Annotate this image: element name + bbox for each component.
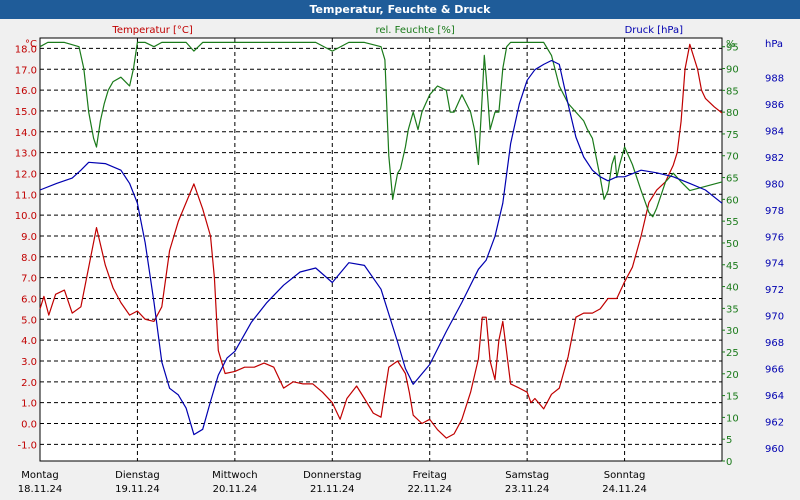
temperature-tick-label: 7.0 <box>21 274 37 285</box>
temperature-tick-label: 11.0 <box>15 190 37 201</box>
weather-chart: Temperatur [°C] rel. Feuchte [%] Druck [hP… <box>15 25 784 495</box>
humidity-tick-label: 35 <box>726 304 739 315</box>
humidity-tick-label: 10 <box>726 413 739 424</box>
temperature-tick-label: 18.0 <box>15 44 37 55</box>
temperature-tick-label: 12.0 <box>15 169 37 180</box>
humidity-tick-label: 0 <box>726 457 732 468</box>
x-date-label: 20.11.24 <box>213 484 258 495</box>
temperature-tick-label: 10.0 <box>15 211 37 222</box>
x-date-label: 23.11.24 <box>505 484 550 495</box>
pressure-tick-label: 980 <box>765 179 784 190</box>
plot-area <box>39 37 723 462</box>
humidity-tick-label: 15 <box>726 392 739 403</box>
temperature-tick-label: 16.0 <box>15 86 37 97</box>
temperature-tick-label: 2.0 <box>21 378 37 389</box>
pressure-axis-title: Druck [hPa] <box>625 25 684 36</box>
temperature-axis-title: Temperatur [°C] <box>111 25 192 36</box>
humidity-tick-label: 90 <box>726 65 739 76</box>
pressure-tick-label: 986 <box>765 100 784 111</box>
pressure-tick-label: 970 <box>765 312 784 323</box>
humidity-tick-label: 5 <box>726 435 732 446</box>
humidity-tick-label: 55 <box>726 217 739 228</box>
humidity-tick-label: 80 <box>726 108 739 119</box>
x-day-label: Freitag <box>413 470 447 481</box>
humidity-tick-label: 40 <box>726 283 739 294</box>
temperature-tick-label: 15.0 <box>15 107 37 118</box>
temperature-tick-label: 0.0 <box>21 419 37 430</box>
x-date-label: 24.11.24 <box>602 484 647 495</box>
pressure-tick-label: 966 <box>765 364 784 375</box>
x-date-label: 21.11.24 <box>310 484 355 495</box>
pressure-tick-label: 982 <box>765 153 784 164</box>
pressure-tick-label: 962 <box>765 417 784 428</box>
humidity-tick-label: 50 <box>726 239 739 250</box>
x-day-label: Dienstag <box>115 470 160 481</box>
pressure-tick-label: 968 <box>765 338 784 349</box>
humidity-tick-label: 45 <box>726 261 739 272</box>
temperature-tick-label: -1.0 <box>17 440 37 451</box>
humidity-tick-label: 65 <box>726 174 739 185</box>
temperature-tick-label: 6.0 <box>21 294 37 305</box>
temperature-tick-label: 9.0 <box>21 232 37 243</box>
pressure-tick-label: 974 <box>765 259 784 270</box>
humidity-tick-label: 75 <box>726 130 739 141</box>
humidity-tick-label: 20 <box>726 370 739 381</box>
pressure-tick-label: 972 <box>765 285 784 296</box>
humidity-axis-title: rel. Feuchte [%] <box>375 25 454 36</box>
pressure-tick-label: 964 <box>765 391 784 402</box>
temperature-tick-label: 8.0 <box>21 253 37 264</box>
temperature-tick-label: 3.0 <box>21 357 37 368</box>
x-day-label: Mittwoch <box>212 470 257 481</box>
x-date-label: 19.11.24 <box>115 484 160 495</box>
temperature-tick-label: 4.0 <box>21 336 37 347</box>
humidity-tick-label: 70 <box>726 152 739 163</box>
temperature-tick-label: 5.0 <box>21 315 37 326</box>
x-day-label: Sonntag <box>604 470 646 481</box>
pressure-tick-label: 984 <box>765 127 784 138</box>
temperature-tick-label: 17.0 <box>15 65 37 76</box>
pressure-tick-label: 976 <box>765 232 784 243</box>
x-day-label: Donnerstag <box>303 470 361 481</box>
humidity-tick-label: 60 <box>726 195 739 206</box>
humidity-tick-label: 95 <box>726 43 739 54</box>
humidity-tick-label: 25 <box>726 348 739 359</box>
temperature-tick-label: 14.0 <box>15 128 37 139</box>
temperature-tick-label: 13.0 <box>15 149 37 160</box>
temperature-tick-label: 1.0 <box>21 399 37 410</box>
chart-window: Temperatur, Feuchte & Druck Temperatur [… <box>0 0 800 500</box>
x-day-label: Samstag <box>505 470 549 481</box>
x-date-label: 22.11.24 <box>407 484 452 495</box>
window-title: Temperatur, Feuchte & Druck <box>0 0 800 19</box>
pressure-unit-label: hPa <box>765 39 783 50</box>
pressure-tick-label: 988 <box>765 74 784 85</box>
humidity-tick-label: 30 <box>726 326 739 337</box>
x-date-label: 18.11.24 <box>18 484 63 495</box>
x-day-label: Montag <box>21 470 58 481</box>
pressure-tick-label: 960 <box>765 444 784 455</box>
humidity-tick-label: 85 <box>726 86 739 97</box>
pressure-tick-label: 978 <box>765 206 784 217</box>
